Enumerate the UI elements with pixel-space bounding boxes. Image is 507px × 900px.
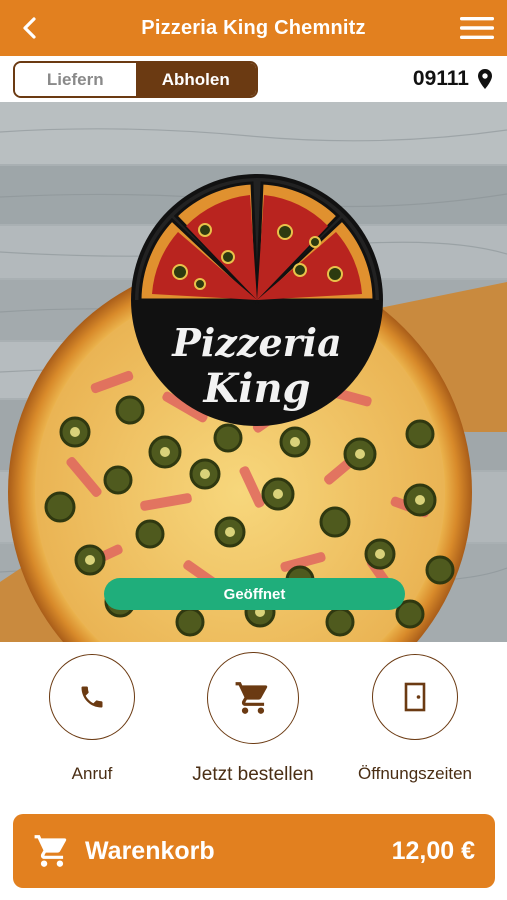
location-selector[interactable]: 09111 <box>413 65 493 93</box>
opening-hours-button[interactable] <box>372 654 458 740</box>
call-label: Anruf <box>71 764 113 783</box>
door-icon <box>404 682 426 712</box>
map-pin-icon <box>478 69 492 89</box>
page-title: Pizzeria King Chemnitz <box>141 16 366 39</box>
logo-text-line1: Pizzeria <box>171 320 341 365</box>
call-button[interactable] <box>49 654 135 740</box>
phone-icon <box>81 686 103 708</box>
cart-total: 12,00 € <box>391 836 475 865</box>
order-now-button[interactable] <box>207 652 299 744</box>
cart-label: Warenkorb <box>85 836 215 865</box>
shopping-cart-icon <box>235 682 268 714</box>
order-now-action[interactable]: Jetzt bestellen <box>178 652 328 786</box>
opening-hours-label: Öffnungszeiten <box>357 764 473 783</box>
pickup-option[interactable]: Abholen <box>135 63 256 96</box>
opening-hours-action[interactable]: Öffnungszeiten <box>350 654 480 784</box>
open-status-badge: Geöffnet <box>104 578 405 610</box>
logo-text-line2: King <box>202 365 310 412</box>
shopping-cart-icon <box>34 835 67 867</box>
menu-button[interactable] <box>459 14 495 42</box>
pizzeria-king-logo: Pizzeria King <box>131 174 383 426</box>
app-header: Pizzeria King Chemnitz <box>0 0 507 56</box>
quick-actions: Anruf Jetzt bestellen Öffnungszeiten <box>0 642 507 812</box>
hamburger-menu-icon <box>460 17 494 39</box>
delivery-pickup-toggle: Liefern Abholen <box>13 61 258 98</box>
cart-button[interactable]: Warenkorb 12,00 € <box>13 814 495 888</box>
order-now-label: Jetzt bestellen <box>192 764 314 785</box>
postal-code: 09111 <box>412 67 469 90</box>
call-action[interactable]: Anruf <box>47 654 137 784</box>
hero-banner: Pizzeria King <box>0 102 507 642</box>
hero-pizza-image: Pizzeria King <box>0 102 507 642</box>
delivery-option[interactable]: Liefern <box>15 63 136 96</box>
back-button[interactable] <box>16 14 44 42</box>
order-mode-bar: Liefern Abholen 09111 <box>0 56 507 102</box>
chevron-left-icon <box>23 17 36 39</box>
